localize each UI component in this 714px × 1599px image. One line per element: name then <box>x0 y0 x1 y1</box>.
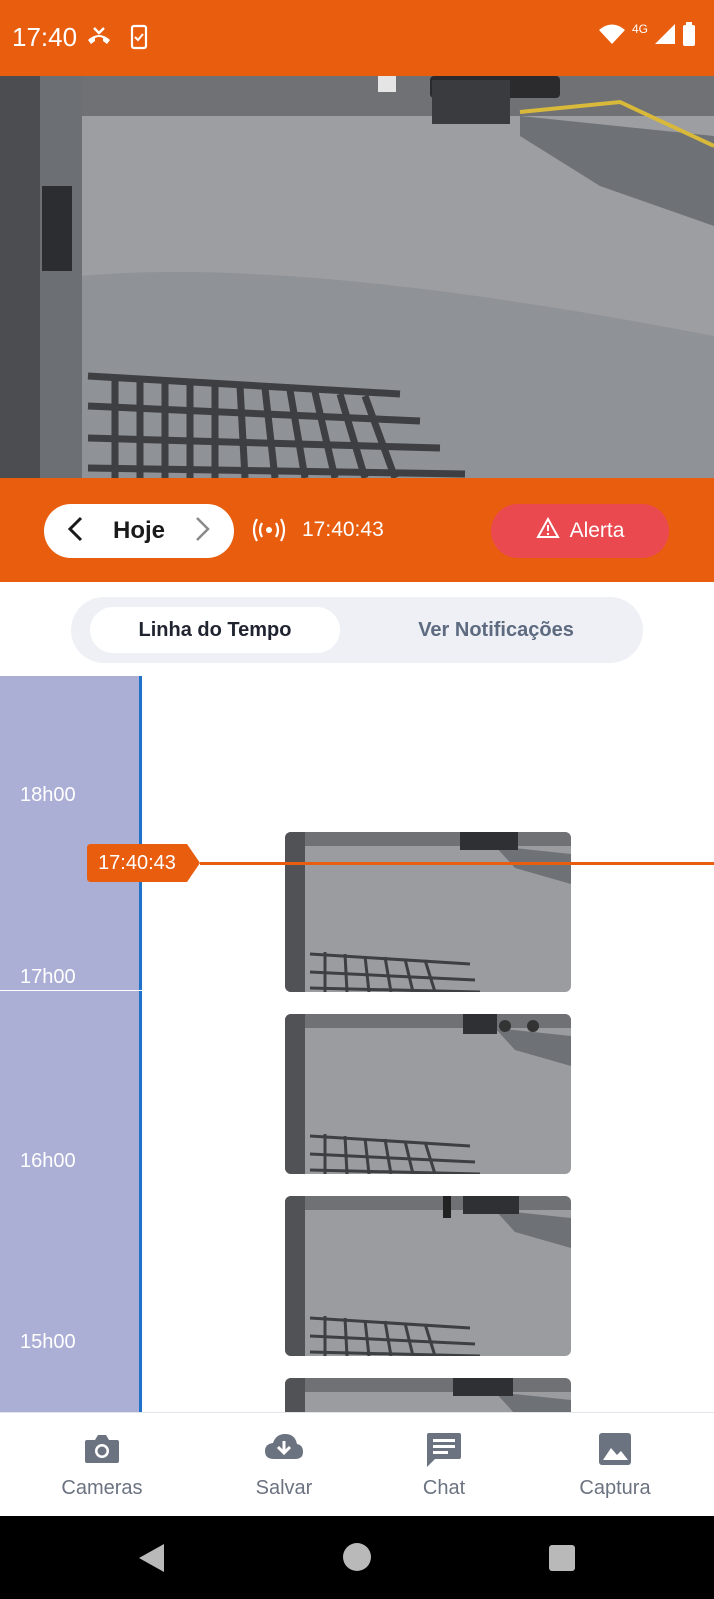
nav-label: Captura <box>579 1477 651 1499</box>
event-thumbnail[interactable] <box>285 832 571 992</box>
recents-icon[interactable] <box>548 1544 576 1577</box>
camera-icon <box>83 1431 121 1472</box>
phone-screen-icon <box>130 24 148 55</box>
event-thumbnail[interactable] <box>285 1196 571 1356</box>
current-time-marker[interactable]: 17:40:43 <box>87 844 200 882</box>
chat-icon <box>425 1431 463 1474</box>
timeline-axis <box>139 676 142 1412</box>
nav-chat[interactable]: Chat <box>369 1413 519 1517</box>
hour-label: 17h00 <box>20 966 76 988</box>
alert-label: Alerta <box>569 519 625 542</box>
status-bar: 17:40 4G <box>0 0 714 76</box>
nav-salvar[interactable]: Salvar <box>209 1413 359 1517</box>
chevron-right-icon[interactable] <box>194 516 212 547</box>
hour-divider <box>0 990 142 991</box>
current-time-line <box>200 862 714 865</box>
missed-call-icon <box>86 24 112 55</box>
current-time-label: 17:40:43 <box>98 852 176 874</box>
tab-timeline[interactable]: Linha do Tempo <box>90 607 340 653</box>
bottom-nav: Cameras Salvar Chat Captura <box>0 1412 714 1516</box>
alert-button[interactable]: Alerta <box>491 504 669 558</box>
event-thumbnail[interactable] <box>285 1378 571 1412</box>
timeline[interactable]: 18h00 17h00 16h00 15h00 17:40:43 <box>0 676 714 1412</box>
nav-captura[interactable]: Captura <box>540 1413 690 1517</box>
playback-controls: Hoje 17:40:43 Alerta <box>0 478 714 582</box>
image-icon <box>597 1431 633 1472</box>
home-icon[interactable] <box>342 1542 372 1577</box>
day-label: Hoje <box>112 517 165 544</box>
system-nav-bar <box>0 1516 714 1599</box>
signal-icon <box>654 23 676 50</box>
nav-label: Salvar <box>255 1477 313 1499</box>
network-type: 4G <box>631 21 648 36</box>
live-broadcast-icon <box>250 516 288 549</box>
nav-label: Cameras <box>61 1477 143 1499</box>
camera-feed[interactable] <box>0 76 714 478</box>
day-selector[interactable]: Hoje <box>44 504 234 558</box>
hour-label: 15h00 <box>20 1331 76 1353</box>
hour-label: 18h00 <box>20 784 76 806</box>
view-tabs: Linha do Tempo Ver Notificações <box>71 597 643 663</box>
warning-icon <box>535 516 560 545</box>
cloud-download-icon <box>263 1431 305 1468</box>
hour-label: 16h00 <box>20 1150 76 1172</box>
battery-icon <box>682 22 696 51</box>
chevron-left-icon[interactable] <box>66 516 84 547</box>
live-time: 17:40:43 <box>302 518 384 541</box>
back-icon[interactable] <box>136 1542 166 1579</box>
nav-label: Chat <box>422 1477 466 1499</box>
wifi-icon <box>598 23 626 50</box>
status-time: 17:40 <box>12 22 78 52</box>
event-thumbnail[interactable] <box>285 1014 571 1174</box>
nav-cameras[interactable]: Cameras <box>27 1413 177 1517</box>
tab-notifications[interactable]: Ver Notificações <box>371 607 621 653</box>
